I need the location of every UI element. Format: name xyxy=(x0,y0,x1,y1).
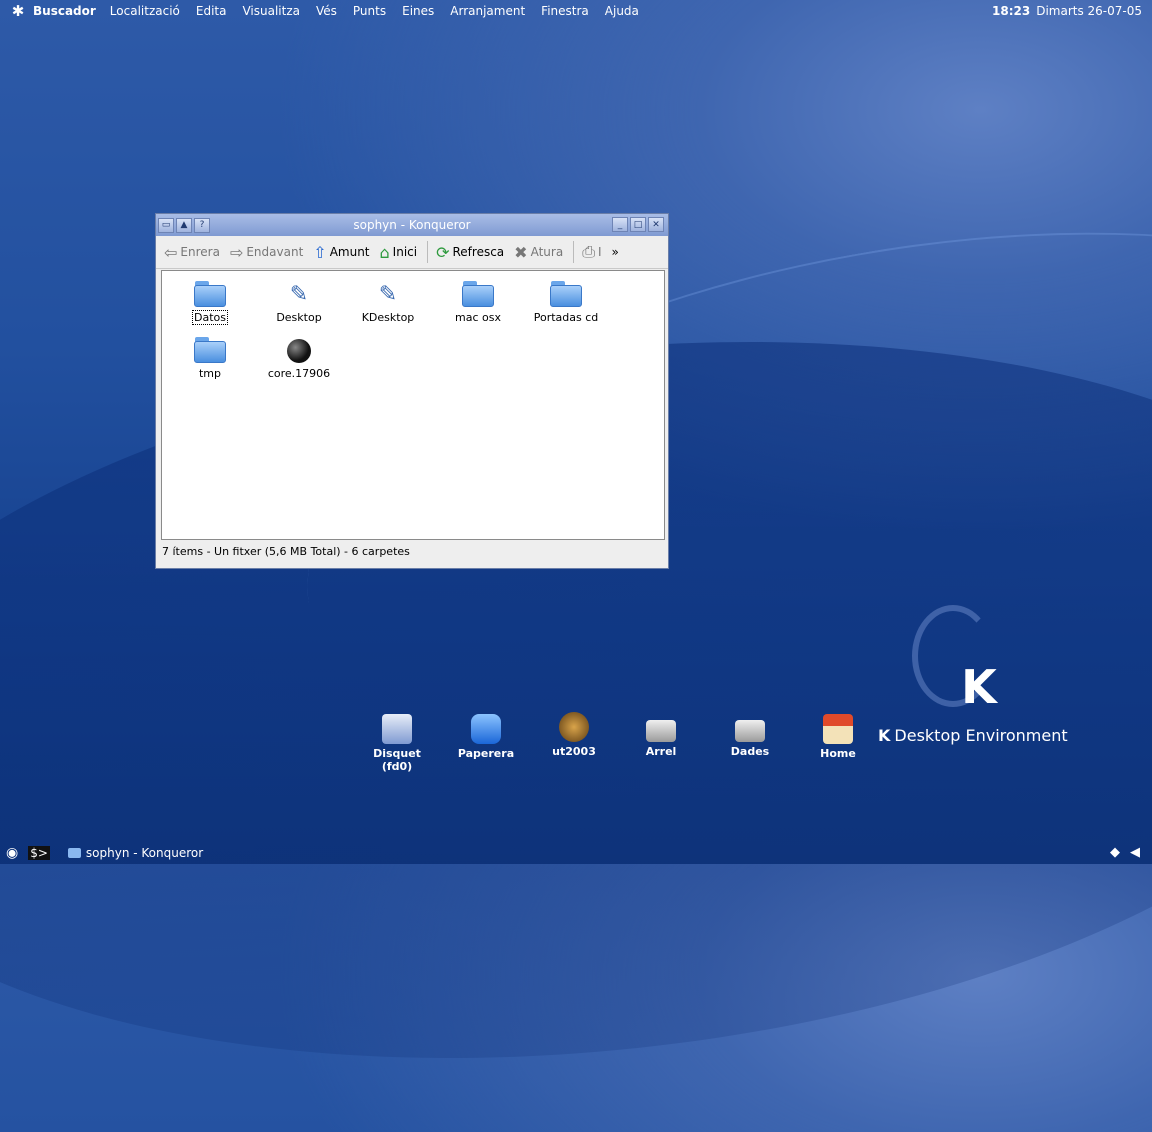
home-icon xyxy=(823,714,853,744)
toolbar-separator-2 xyxy=(573,241,575,263)
reload-icon: ⟳ xyxy=(436,242,450,262)
clock-date: Dimarts 26-07-05 xyxy=(1036,4,1142,18)
network-icon[interactable]: ◆ xyxy=(1110,845,1126,861)
printer-icon: ⎙ xyxy=(582,242,595,261)
system-tray: ◆ ◀ xyxy=(1106,845,1146,861)
drive-icon xyxy=(646,720,676,742)
kde-start-icon[interactable]: ◉ xyxy=(6,845,18,861)
kde-menu-icon[interactable]: ✱ xyxy=(9,2,27,20)
task-button[interactable]: sophyn - Konqueror xyxy=(67,846,203,860)
volume-icon[interactable]: ◀ xyxy=(1130,845,1146,861)
window-title: sophyn - Konqueror xyxy=(353,218,471,232)
file-item[interactable]: Portadas cd xyxy=(526,281,606,324)
desktop-icon-ut2003[interactable]: ut2003 xyxy=(539,712,609,758)
desktop-icon-floppy[interactable]: Disquet (fd0) xyxy=(362,714,432,773)
desktop-icon: ✎ xyxy=(378,282,398,307)
file-label: mac osx xyxy=(455,311,501,324)
desktop-icon-arrel[interactable]: Arrel xyxy=(626,714,696,758)
maximize-icon[interactable]: □ xyxy=(630,217,646,232)
print-button[interactable]: ⎙ I xyxy=(578,239,605,265)
stop-icon: ✖ xyxy=(514,242,528,262)
menu-ajuda[interactable]: Ajuda xyxy=(605,4,639,18)
folder-icon xyxy=(550,281,582,307)
home-button[interactable]: ⌂ Inici xyxy=(376,239,422,265)
double-chevron-icon: » xyxy=(611,245,619,259)
file-label: Desktop xyxy=(276,311,322,324)
reload-button[interactable]: ⟳ Refresca xyxy=(432,239,508,265)
minimize-icon[interactable]: _ xyxy=(612,217,628,232)
clock-time: 18:23 xyxy=(992,4,1031,18)
file-item[interactable]: mac osx xyxy=(438,281,518,324)
back-arrow-icon: ⇦ xyxy=(164,242,178,262)
konqueror-window: ▭ ▲ ? sophyn - Konqueror _ □ ✕ ⇦ Enrera ⇨… xyxy=(155,213,669,569)
menu-eines[interactable]: Eines xyxy=(402,4,434,18)
close-icon[interactable]: ✕ xyxy=(648,217,664,232)
top-menubar: ✱ Buscador Localització Edita Visualitza… xyxy=(0,0,1152,22)
bomb-icon xyxy=(287,339,311,363)
forward-arrow-icon: ⇨ xyxy=(229,242,244,262)
desktop-icon-dades[interactable]: Dades xyxy=(715,714,785,758)
menu-punts[interactable]: Punts xyxy=(353,4,386,18)
kde-logo: K xyxy=(961,660,997,714)
folder-icon xyxy=(194,337,226,363)
window-menu-icon[interactable]: ▭ xyxy=(158,217,174,233)
desktop-icon-trash[interactable]: Paperera xyxy=(451,714,521,760)
toolbar-separator xyxy=(427,241,429,263)
file-item[interactable]: ✎ Desktop xyxy=(259,281,339,324)
toolbar-overflow-button[interactable]: » xyxy=(608,239,623,265)
status-bar: 7 ítems - Un fitxer (5,6 MB Total) - 6 c… xyxy=(162,545,410,558)
file-item[interactable]: Datos xyxy=(170,281,250,325)
home-icon: ⌂ xyxy=(379,242,390,262)
main-toolbar: ⇦ Enrera ⇨ Endavant ⇧ Amunt ⌂ Inici ⟳ Refresc… xyxy=(156,236,668,269)
menu-ves[interactable]: Vés xyxy=(316,4,337,18)
kde-branding-text: K Desktop Environment xyxy=(878,726,1068,745)
file-label: KDesktop xyxy=(361,311,415,324)
taskbar: ◉ $> sophyn - Konqueror ◆ ◀ xyxy=(0,842,1152,864)
desktop-icon: ✎ xyxy=(289,282,309,307)
desktop-icon-home[interactable]: Home xyxy=(803,714,873,760)
window-titlebar[interactable]: ▭ ▲ ? sophyn - Konqueror _ □ ✕ xyxy=(156,214,668,236)
file-item[interactable]: tmp xyxy=(170,337,250,380)
trash-icon xyxy=(471,714,501,744)
file-label: core.17906 xyxy=(267,367,331,380)
drive-icon xyxy=(735,720,765,742)
folder-icon xyxy=(194,281,226,307)
menu-localitzacio[interactable]: Localització xyxy=(110,4,180,18)
menu-edita[interactable]: Edita xyxy=(196,4,227,18)
menu-arranjament[interactable]: Arranjament xyxy=(450,4,525,18)
file-item[interactable]: core.17906 xyxy=(259,337,339,380)
back-button[interactable]: ⇦ Enrera xyxy=(160,239,224,265)
folder-icon xyxy=(462,281,494,307)
shade-icon[interactable]: ▲ xyxy=(176,217,192,233)
stop-button[interactable]: ✖ Atura xyxy=(510,239,567,265)
forward-button[interactable]: ⇨ Endavant xyxy=(226,239,307,265)
menu-finestra[interactable]: Finestra xyxy=(541,4,589,18)
floppy-icon xyxy=(382,714,412,744)
ut2003-icon xyxy=(559,712,589,742)
up-arrow-icon: ⇧ xyxy=(313,242,327,262)
file-label: Datos xyxy=(192,310,228,325)
clock[interactable]: 18:23 Dimarts 26-07-05 xyxy=(992,4,1142,18)
menu-visualitza[interactable]: Visualitza xyxy=(242,4,300,18)
file-item[interactable]: ✎ KDesktop xyxy=(348,281,428,324)
app-name: Buscador xyxy=(33,4,96,18)
up-button[interactable]: ⇧ Amunt xyxy=(309,239,373,265)
file-label: Portadas cd xyxy=(533,311,599,324)
file-view[interactable]: Datos ✎ Desktop ✎ KDesktop mac osx Porta… xyxy=(161,270,665,540)
terminal-icon[interactable]: $> xyxy=(28,846,50,860)
file-label: tmp xyxy=(198,367,221,380)
folder-icon xyxy=(67,848,81,858)
help-icon[interactable]: ? xyxy=(194,217,210,233)
